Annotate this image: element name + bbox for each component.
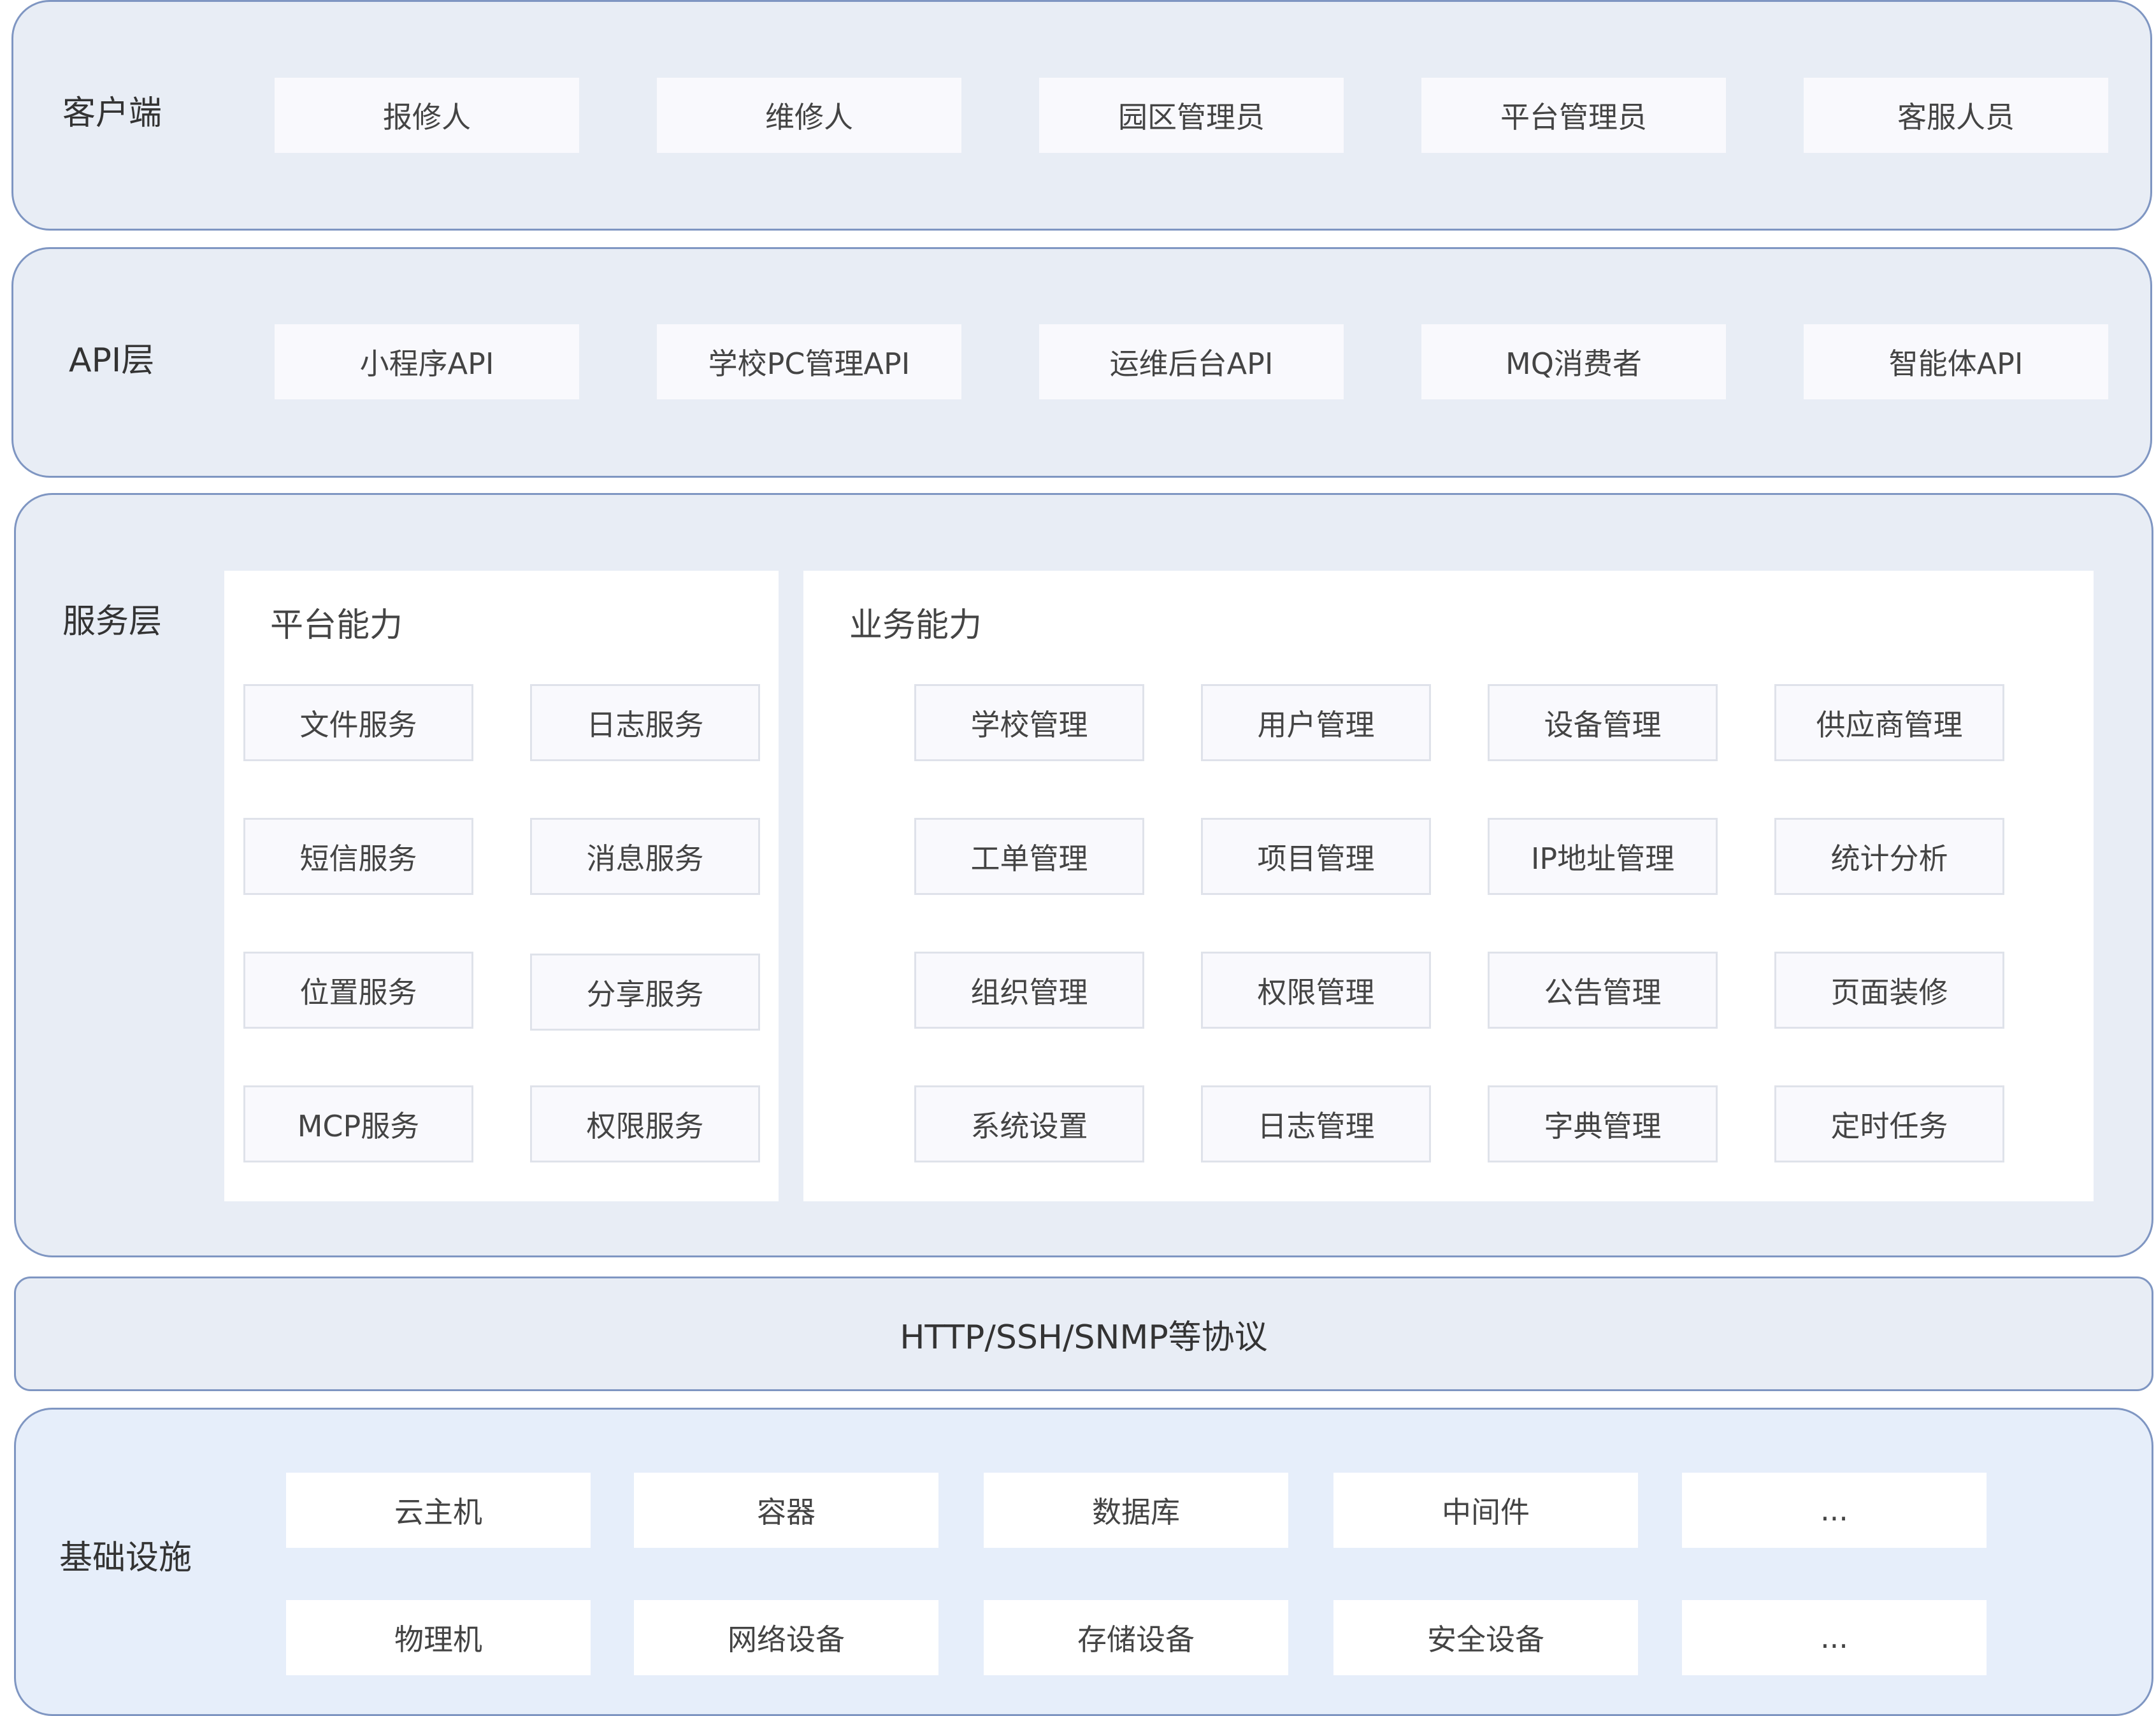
platform-permission-service: 权限服务 (530, 1085, 760, 1162)
infra-security-device: 安全设备 (1333, 1600, 1638, 1675)
platform-message-service: 消息服务 (530, 818, 760, 895)
business-scheduled-tasks: 定时任务 (1774, 1085, 2004, 1162)
business-supplier-mgmt: 供应商管理 (1774, 684, 2004, 761)
business-dictionary-mgmt: 字典管理 (1488, 1085, 1718, 1162)
client-item-platform-admin: 平台管理员 (1421, 78, 1726, 153)
platform-file-service: 文件服务 (243, 684, 473, 761)
api-item-miniprogram: 小程序API (275, 324, 579, 399)
business-statistics: 统计分析 (1774, 818, 2004, 895)
infra-cloud-host: 云主机 (286, 1473, 591, 1548)
infra-physical-machine: 物理机 (286, 1600, 591, 1675)
api-item-ops-backend: 运维后台API (1039, 324, 1344, 399)
business-org-mgmt: 组织管理 (914, 952, 1144, 1029)
platform-log-service: 日志服务 (530, 684, 760, 761)
client-item-reporter: 报修人 (275, 78, 579, 153)
business-permission-mgmt: 权限管理 (1201, 952, 1431, 1029)
business-notice-mgmt: 公告管理 (1488, 952, 1718, 1029)
business-page-decoration: 页面装修 (1774, 952, 2004, 1029)
business-ticket-mgmt: 工单管理 (914, 818, 1144, 895)
business-log-mgmt: 日志管理 (1201, 1085, 1431, 1162)
business-school-mgmt: 学校管理 (914, 684, 1144, 761)
api-layer-label: API层 (69, 341, 155, 380)
platform-sms-service: 短信服务 (243, 818, 473, 895)
infra-database: 数据库 (984, 1473, 1288, 1548)
infra-more-1: ... (1682, 1473, 1987, 1548)
infra-network-device: 网络设备 (634, 1600, 938, 1675)
client-item-park-admin: 园区管理员 (1039, 78, 1344, 153)
client-item-repairer: 维修人 (657, 78, 961, 153)
protocol-label: HTTP/SSH/SNMP等协议 (900, 1318, 1268, 1357)
api-item-mq-consumer: MQ消费者 (1421, 324, 1726, 399)
business-capability-title: 业务能力 (849, 606, 982, 645)
business-system-settings: 系统设置 (914, 1085, 1144, 1162)
business-project-mgmt: 项目管理 (1201, 818, 1431, 895)
business-user-mgmt: 用户管理 (1201, 684, 1431, 761)
protocol-layer: HTTP/SSH/SNMP等协议 (14, 1276, 2153, 1391)
platform-share-service: 分享服务 (530, 954, 760, 1031)
client-layer-label: 客户端 (62, 94, 162, 132)
infra-container: 容器 (634, 1473, 938, 1548)
api-item-agent: 智能体API (1804, 324, 2108, 399)
infra-storage-device: 存储设备 (984, 1600, 1288, 1675)
service-layer-label: 服务层 (62, 603, 162, 641)
infrastructure-layer-label: 基础设施 (59, 1539, 192, 1577)
business-device-mgmt: 设备管理 (1488, 684, 1718, 761)
platform-location-service: 位置服务 (243, 952, 473, 1029)
infra-more-2: ... (1682, 1600, 1987, 1675)
client-item-customer-service: 客服人员 (1804, 78, 2108, 153)
platform-mcp-service: MCP服务 (243, 1085, 473, 1162)
api-item-school-pc: 学校PC管理API (657, 324, 961, 399)
platform-capability-title: 平台能力 (270, 606, 403, 645)
business-ip-mgmt: IP地址管理 (1488, 818, 1718, 895)
infra-middleware: 中间件 (1333, 1473, 1638, 1548)
